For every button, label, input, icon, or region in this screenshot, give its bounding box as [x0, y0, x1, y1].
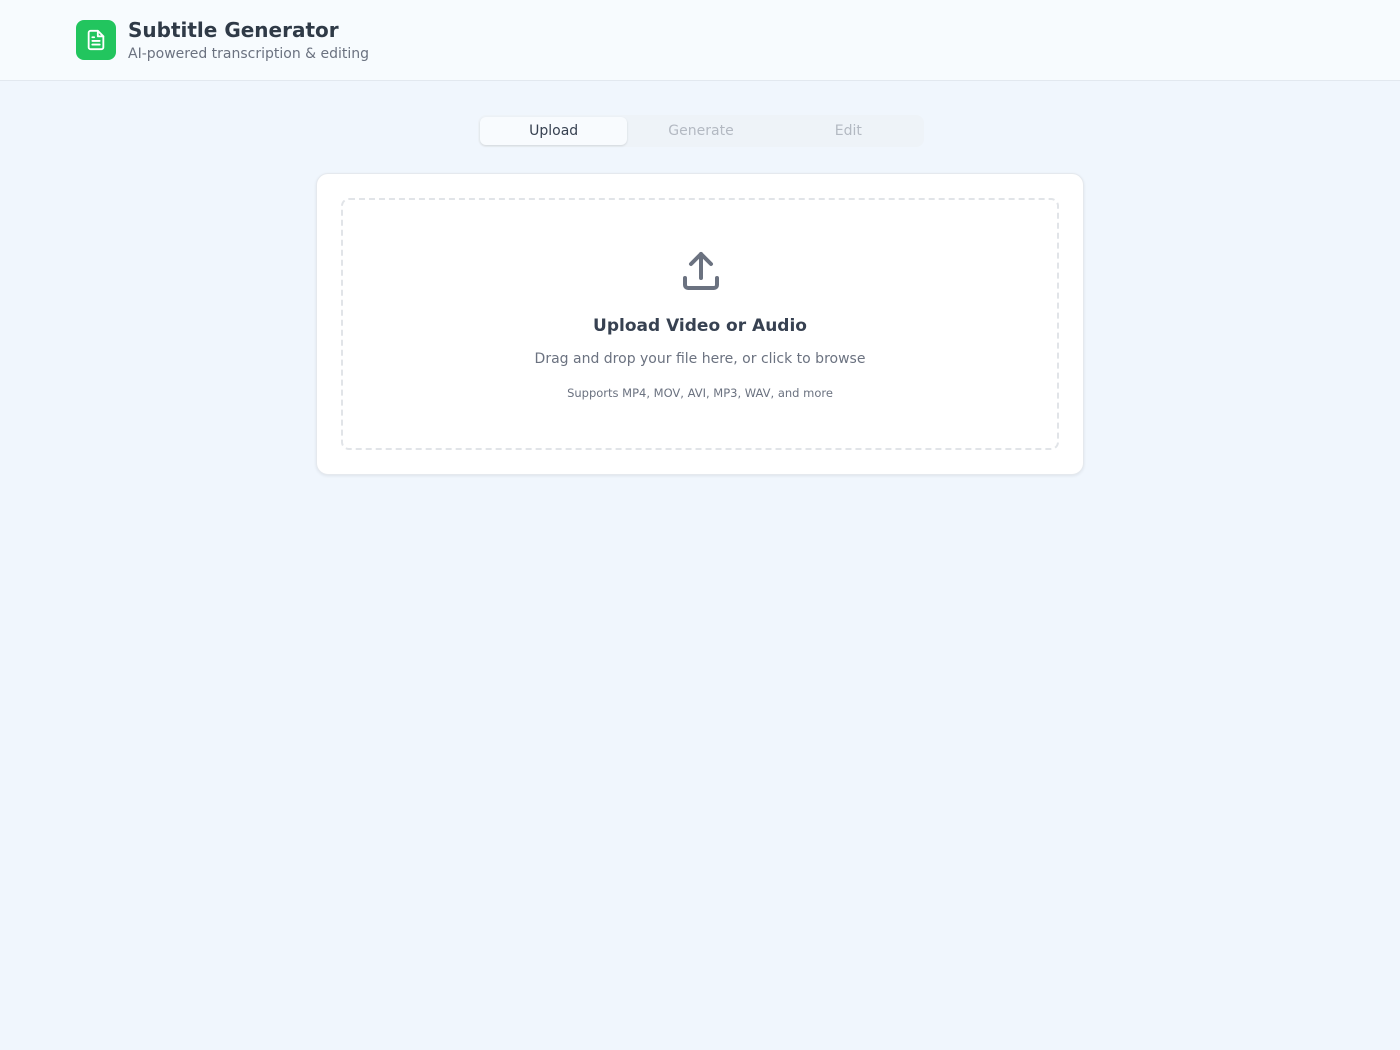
upload-card: Upload Video or Audio Drag and drop your… [316, 173, 1084, 475]
document-icon [87, 29, 105, 51]
app-header: Subtitle Generator AI-powered transcript… [0, 0, 1400, 81]
tab-generate[interactable]: Generate [627, 117, 774, 145]
tab-upload[interactable]: Upload [480, 117, 628, 145]
upload-description: Drag and drop your file here, or click t… [534, 351, 866, 367]
app-logo [76, 20, 116, 60]
app-subtitle: AI-powered transcription & editing [128, 46, 370, 62]
upload-title: Upload Video or Audio [593, 316, 807, 336]
step-tabs: Upload Generate Edit [478, 115, 924, 147]
file-dropzone[interactable]: Upload Video or Audio Drag and drop your… [341, 198, 1059, 450]
tab-edit[interactable]: Edit [775, 117, 922, 145]
app-title: Subtitle Generator [128, 18, 339, 42]
supported-formats: Supports MP4, MOV, AVI, MP3, WAV, and mo… [567, 386, 833, 400]
upload-icon [683, 252, 719, 290]
